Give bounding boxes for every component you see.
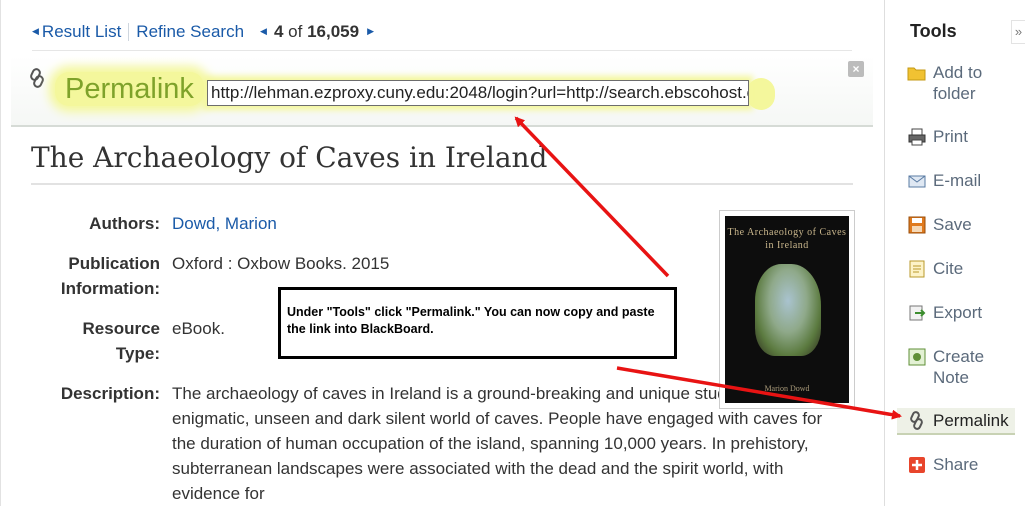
permalink-title: Permalink (55, 72, 204, 106)
tool-label: Export (933, 303, 983, 322)
resource-type-label-line1: Resource (82, 319, 160, 338)
cave-opening-image (755, 264, 821, 356)
tool-label: Add to folder (933, 63, 983, 103)
export-icon (909, 305, 926, 321)
resource-type-label-line2: Type: (115, 344, 160, 363)
cover-author: Marion Dowd (764, 384, 810, 393)
tool-add-to-folder[interactable]: Add to folder (907, 62, 1003, 104)
cite-icon (909, 260, 925, 278)
tool-label: Cite (933, 259, 964, 278)
cover-title-line1: The Archaeology of Caves (727, 227, 847, 238)
book-cover[interactable]: The Archaeology of Caves in Ireland Mari… (719, 210, 855, 409)
printer-icon (908, 128, 926, 146)
tool-save[interactable]: Save (907, 214, 972, 235)
refine-search-link[interactable]: Refine Search (136, 22, 244, 42)
authors-value: Dowd, Marion (172, 211, 277, 236)
previous-record-icon[interactable]: ◀ (260, 26, 267, 37)
record-position-current: 4 (273, 22, 284, 41)
tool-label: Share (933, 455, 979, 474)
save-icon (908, 216, 926, 234)
title-divider (31, 183, 853, 185)
record-title: The Archaeology of Caves in Ireland (31, 141, 548, 174)
tool-label: Save (933, 215, 972, 234)
cover-title: The Archaeology of Caves in Ireland (725, 226, 849, 252)
tool-create-note[interactable]: Create Note (907, 346, 1003, 388)
highlight-marker (747, 78, 775, 110)
share-icon (909, 457, 925, 473)
tools-sidebar: Tools » Add to folder Print E-mail Save (884, 0, 1025, 506)
back-triangle-icon: ◀ (32, 25, 39, 36)
permalink-url-field[interactable]: http://lehman.ezproxy.cuny.edu:2048/logi… (207, 80, 749, 106)
nav-divider-line (32, 50, 852, 51)
tool-cite[interactable]: Cite (907, 258, 963, 279)
tool-permalink[interactable]: Permalink (897, 408, 1015, 435)
main-content: ◀ Result List Refine Search ◀ 4 of 16,05… (0, 0, 884, 506)
book-cover-image: The Archaeology of Caves in Ireland Mari… (725, 216, 849, 403)
link-icon (30, 68, 44, 88)
record-position-total: 16,059 (307, 22, 360, 41)
tool-share[interactable]: Share (907, 454, 978, 475)
next-record-icon[interactable]: ▶ (367, 26, 374, 37)
cover-title-line2: in Ireland (765, 240, 809, 251)
record-position: 4 of 16,059 (274, 22, 359, 42)
tool-print[interactable]: Print (907, 126, 968, 147)
publication-value: Oxford : Oxbow Books. 2015 (172, 254, 390, 273)
record-position-of: of (288, 22, 303, 41)
description-label: Description: (60, 384, 160, 403)
author-link[interactable]: Dowd, Marion (172, 214, 277, 233)
tools-heading: Tools (910, 21, 957, 41)
tool-label: Permalink (933, 411, 1009, 430)
result-navigation: ◀ Result List Refine Search ◀ 4 of 16,05… (32, 20, 374, 44)
left-border (0, 0, 1, 506)
publication-label: Publication Information: (61, 251, 160, 301)
tool-label: Print (933, 127, 968, 146)
publication-label-line1: Publication (68, 254, 160, 273)
email-icon (908, 175, 926, 188)
resource-type-value: eBook. (172, 319, 225, 338)
result-list-link[interactable]: Result List (42, 22, 121, 42)
close-icon[interactable]: × (848, 61, 864, 77)
nav-divider (128, 23, 130, 41)
resource-type-label: Resource Type: (83, 316, 160, 366)
instruction-callout: Under "Tools" click "Permalink." You can… (278, 287, 677, 359)
folder-icon (907, 67, 926, 81)
tool-export[interactable]: Export (907, 302, 982, 323)
tool-label: Create Note (933, 347, 985, 387)
link-icon (910, 411, 923, 430)
collapse-sidebar-button[interactable]: » (1011, 20, 1025, 44)
publication-label-line2: Information: (60, 279, 160, 298)
note-icon (908, 348, 926, 366)
permalink-panel: Permalink http://lehman.ezproxy.cuny.edu… (11, 56, 873, 127)
tool-email[interactable]: E-mail (907, 170, 981, 191)
tool-label: E-mail (933, 171, 982, 190)
authors-label: Authors: (89, 214, 160, 233)
